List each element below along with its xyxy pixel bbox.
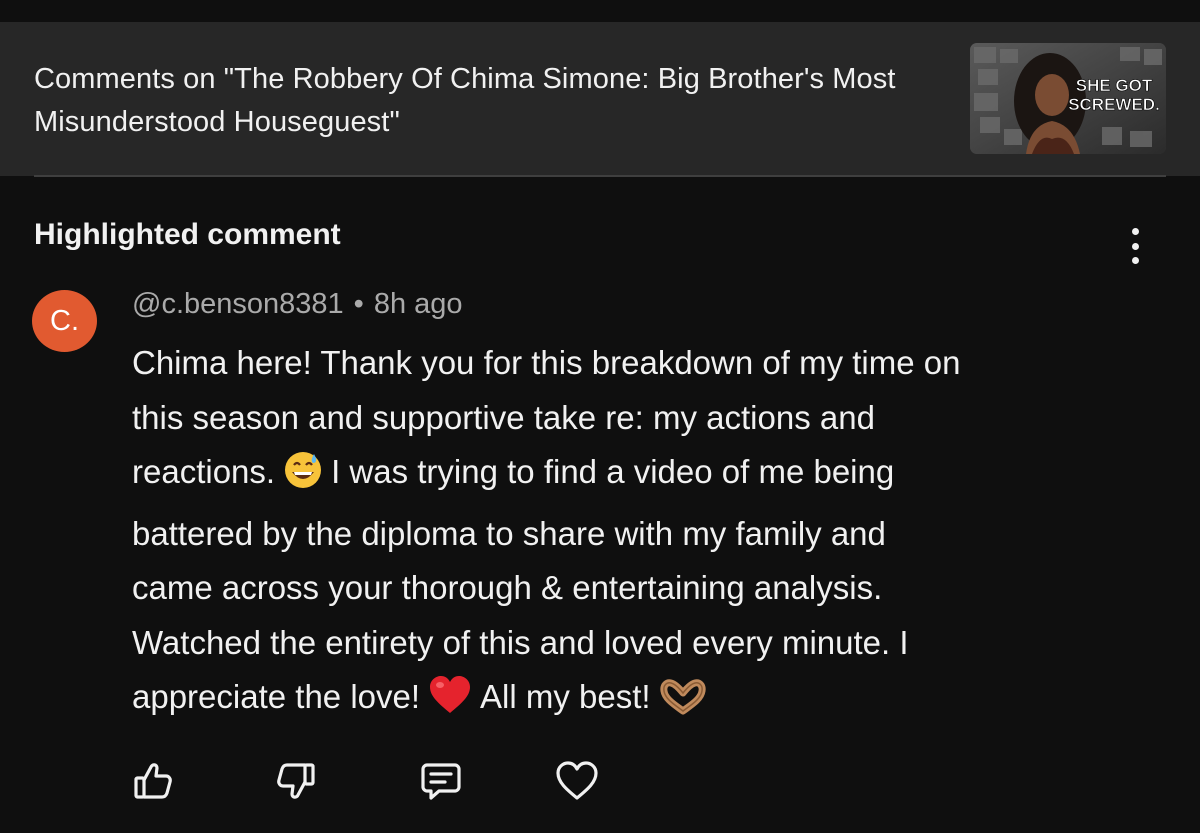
comment-text: I was trying to find a video of me being <box>331 453 895 490</box>
comment-line: appreciate the love! All my best! <box>132 670 1142 732</box>
like-icon <box>131 759 175 808</box>
video-thumbnail[interactable]: SHE GOT SCREWED. <box>970 43 1166 154</box>
comment-author[interactable]: @c.benson8381 <box>132 288 344 320</box>
comment-line: came across your thorough & entertaining… <box>132 569 883 606</box>
section-title: Highlighted comment <box>34 218 341 251</box>
heart-icon <box>554 759 600 808</box>
dislike-button[interactable] <box>271 758 321 808</box>
comment-body: Chima here! Thank you for this breakdown… <box>132 336 1142 732</box>
comment-time: 8h ago <box>373 288 463 320</box>
comment-meta: @c.benson8381 • 8h ago <box>132 288 463 321</box>
vertical-ellipsis-icon[interactable] <box>1120 228 1150 264</box>
meta-separator: • <box>353 288 364 320</box>
comment-line: Chima here! Thank you for this breakdown… <box>132 344 961 381</box>
comment-line: battered by the diploma to share with my… <box>132 514 886 552</box>
comment-text: appreciate the love! <box>132 678 421 715</box>
reply-icon <box>419 759 463 808</box>
comment-actions <box>128 758 608 808</box>
thumbnail-text-1: SHE GOT <box>1076 76 1153 95</box>
red-heart-emoji-icon <box>428 675 472 732</box>
avatar[interactable]: C. <box>32 290 97 352</box>
heart-button[interactable] <box>552 758 602 808</box>
thumbnail-text-2: SCREWED. <box>1068 95 1160 114</box>
reply-button[interactable] <box>416 758 466 808</box>
like-button[interactable] <box>128 758 178 808</box>
comments-header: Comments on "The Robbery Of Chima Simone… <box>0 22 1200 176</box>
top-strip <box>0 0 1200 22</box>
comment-line: reactions. I was trying to find a video … <box>132 445 1142 507</box>
dislike-icon <box>274 759 318 808</box>
grinning-sweat-emoji-icon <box>283 450 323 507</box>
comment-line: Watched the entirety of this and loved e… <box>132 623 909 661</box>
video-title[interactable]: Comments on "The Robbery Of Chima Simone… <box>34 58 914 144</box>
comment-text: reactions. <box>132 453 276 490</box>
heart-hands-emoji-icon <box>659 677 707 732</box>
header-divider <box>34 175 1166 177</box>
comment-text: All my best! <box>480 678 651 715</box>
comment-line: this season and supportive take re: my a… <box>132 398 875 436</box>
